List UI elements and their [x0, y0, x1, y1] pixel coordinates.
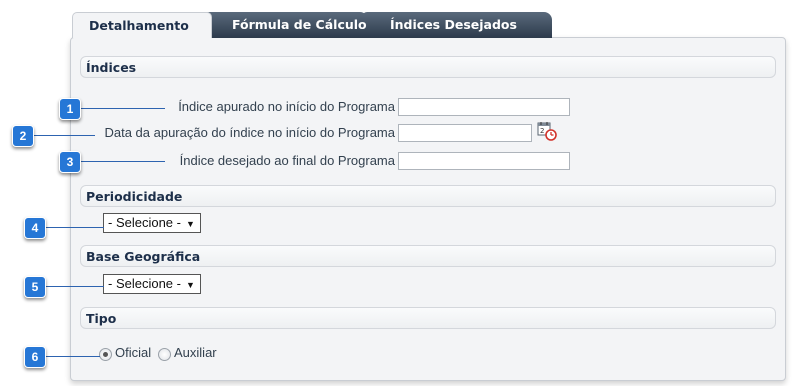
label-data-apuracao: Data da apuração do índice no início do …	[104, 125, 395, 140]
radio-auxiliar[interactable]	[158, 348, 171, 361]
section-tipo-header	[80, 307, 776, 329]
section-periodicidade-header	[80, 185, 776, 207]
base-select-value: - Selecione -	[108, 276, 181, 291]
base-geografica-select[interactable]: - Selecione - ▼	[103, 274, 201, 294]
svg-text:2: 2	[540, 127, 544, 135]
radio-selected-dot	[103, 352, 108, 357]
callout-line-6	[44, 356, 100, 357]
section-title-base: Base Geográfica	[86, 249, 201, 264]
callout-1: 1	[59, 98, 81, 120]
section-title-tipo: Tipo	[86, 311, 117, 326]
calendar-icon[interactable]: 2	[537, 121, 557, 141]
callout-4: 4	[24, 217, 46, 239]
label-indice-inicio: Índice apurado no início do Programa	[178, 99, 395, 114]
section-title-indices: Índices	[86, 60, 137, 75]
radio-label-oficial[interactable]: Oficial	[115, 345, 151, 360]
callout-3: 3	[59, 151, 81, 173]
indice-inicio-input[interactable]	[398, 98, 570, 116]
indice-final-input[interactable]	[398, 152, 570, 170]
radio-oficial[interactable]	[99, 348, 112, 361]
callout-line-5	[44, 286, 104, 287]
callout-2: 2	[12, 125, 34, 147]
form-panel	[70, 37, 786, 381]
radio-label-auxiliar[interactable]: Auxiliar	[174, 345, 217, 360]
section-indices-header	[80, 56, 776, 78]
callout-5: 5	[24, 276, 46, 298]
data-apuracao-input[interactable]	[398, 124, 532, 142]
callout-line-1	[79, 108, 165, 109]
tab-indices-desejados[interactable]: Índices Desejados	[362, 12, 552, 38]
callout-line-4	[44, 227, 104, 228]
section-title-periodicidade: Periodicidade	[86, 189, 183, 204]
callout-line-2	[32, 135, 95, 136]
label-indice-final: Índice desejado ao final do Programa	[179, 153, 395, 168]
callout-line-3	[79, 161, 165, 162]
tab-detalhamento[interactable]: Detalhamento	[72, 12, 212, 38]
periodicidade-select-value: - Selecione -	[108, 215, 181, 230]
tab-formula-calculo[interactable]: Fórmula de Cálculo	[204, 12, 368, 38]
chevron-down-icon: ▼	[185, 280, 195, 290]
periodicidade-select[interactable]: - Selecione - ▼	[103, 213, 201, 233]
callout-6: 6	[24, 346, 46, 368]
chevron-down-icon: ▼	[185, 219, 195, 229]
